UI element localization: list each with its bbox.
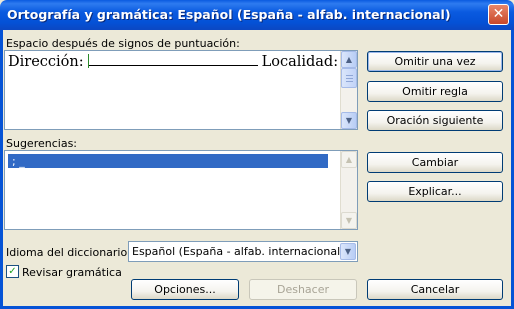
list-item[interactable]: ; _ bbox=[8, 154, 328, 168]
options-button[interactable]: Opciones... bbox=[131, 279, 239, 300]
chevron-down-icon[interactable]: ▼ bbox=[340, 243, 356, 260]
undo-button[interactable]: Deshacer bbox=[249, 279, 357, 300]
scroll-down-icon[interactable]: ▼ bbox=[341, 112, 357, 129]
scroll-down-icon[interactable]: ▼ bbox=[341, 212, 357, 229]
suggestion-text: ; _ bbox=[12, 155, 25, 168]
window-title: Ortografía y gramática: Español (España … bbox=[7, 7, 451, 22]
error-text-part1: Dirección: bbox=[8, 54, 84, 70]
ignore-rule-button[interactable]: Omitir regla bbox=[367, 81, 503, 102]
scroll-up-icon[interactable]: ▲ bbox=[341, 151, 357, 168]
error-text-part2: Localidad: bbox=[261, 54, 339, 70]
error-sentence: Dirección: Localidad: bbox=[8, 54, 338, 70]
dictionary-value: Español (España - alfab. internacional) bbox=[132, 245, 345, 258]
title-bar[interactable]: Ortografía y gramática: Español (España … bbox=[0, 0, 514, 30]
close-icon[interactable]: ✕ bbox=[488, 4, 509, 25]
error-highlight-underline bbox=[87, 54, 258, 68]
explain-button[interactable]: Explicar... bbox=[367, 181, 503, 202]
grammar-checkbox-label[interactable]: Revisar gramática bbox=[22, 266, 122, 279]
grammar-checkbox[interactable]: ✓ bbox=[6, 265, 19, 278]
dictionary-select[interactable]: Español (España - alfab. internacional) … bbox=[128, 241, 358, 262]
change-button[interactable]: Cambiar bbox=[367, 152, 503, 173]
error-text-area[interactable]: Dirección: Localidad: ▲ ▼ bbox=[4, 50, 358, 130]
next-sentence-button[interactable]: Oración siguiente bbox=[367, 110, 503, 131]
ignore-once-button[interactable]: Omitir una vez bbox=[367, 51, 503, 72]
scroll-thumb[interactable] bbox=[341, 68, 357, 88]
scroll-up-icon[interactable]: ▲ bbox=[341, 51, 357, 68]
suggestions-list[interactable]: ; _ ▲ ▼ bbox=[4, 150, 358, 230]
dictionary-label: Idioma del diccionario: bbox=[6, 246, 131, 259]
error-scrollbar[interactable]: ▲ ▼ bbox=[340, 51, 357, 129]
suggestions-label: Sugerencias: bbox=[6, 137, 78, 150]
cancel-button[interactable]: Cancelar bbox=[367, 279, 503, 300]
error-type-label: Espacio después de signos de puntuación: bbox=[6, 37, 240, 50]
suggestions-scrollbar[interactable]: ▲ ▼ bbox=[340, 151, 357, 229]
